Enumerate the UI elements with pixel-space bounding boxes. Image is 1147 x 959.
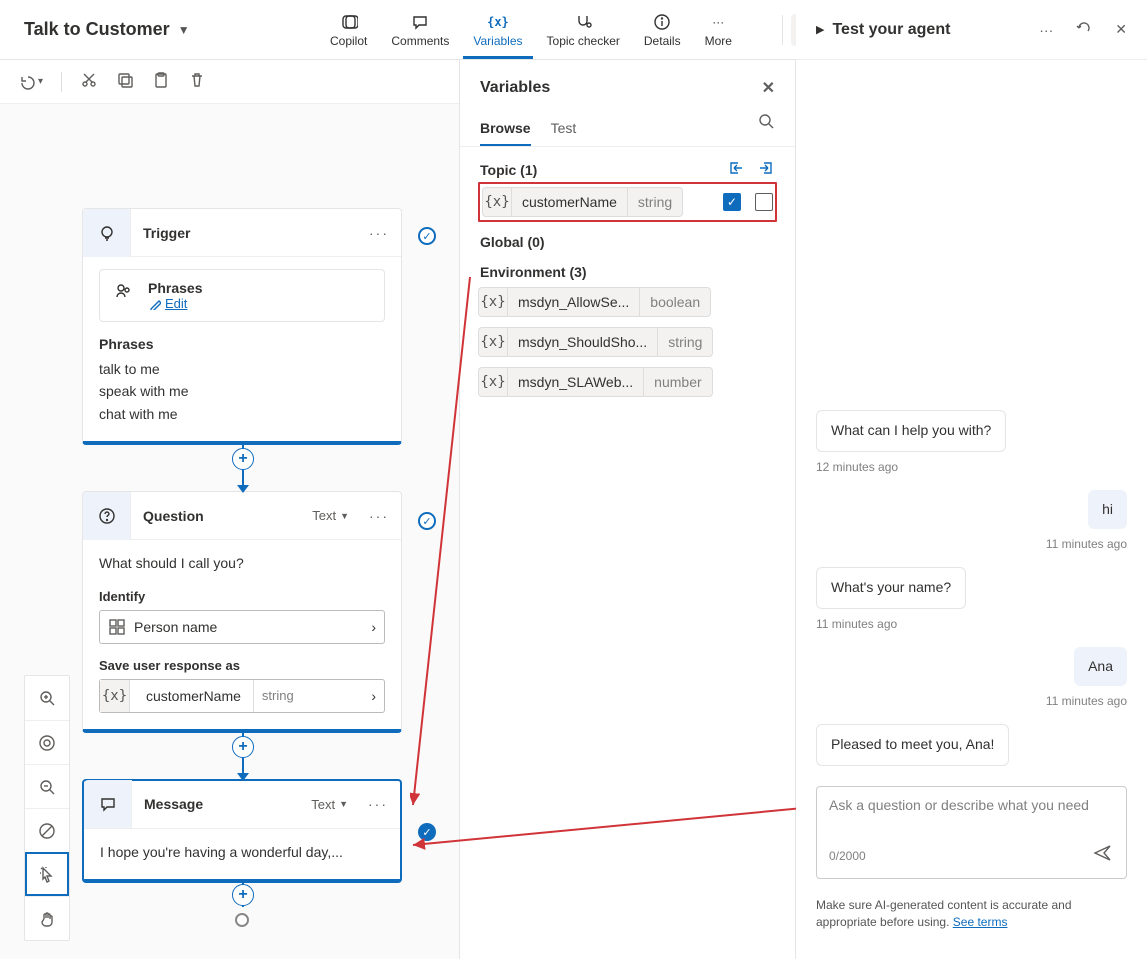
variable-icon: {x} — [100, 680, 130, 712]
trigger-phrase: speak with me — [99, 380, 385, 402]
node-trigger[interactable]: Trigger ··· Phrases Edit Phrases talk to… — [82, 208, 402, 445]
copilot-icon — [340, 13, 358, 31]
variable-icon: {x} — [482, 187, 512, 217]
canvas-toolstrip — [24, 675, 70, 941]
message-icon — [84, 780, 132, 828]
variable-row[interactable]: {x}msdyn_AllowSe...boolean — [478, 282, 777, 322]
add-node-button[interactable]: + — [232, 448, 254, 470]
trigger-phrase: talk to me — [99, 358, 385, 380]
pointer-button[interactable] — [25, 852, 69, 896]
bot-message: What can I help you with? — [816, 410, 1006, 452]
identify-select[interactable]: Person name › — [99, 610, 385, 644]
user-message: hi — [1088, 490, 1127, 530]
close-icon[interactable]: ✕ — [762, 78, 775, 98]
end-node-icon — [235, 913, 249, 927]
tab-browse[interactable]: Browse — [480, 112, 531, 146]
people-icon — [114, 280, 138, 311]
hand-button[interactable] — [25, 896, 69, 940]
title-text: Talk to Customer — [24, 19, 170, 40]
chevron-down-icon: ▼ — [178, 23, 190, 37]
variables-icon: {x} — [489, 13, 507, 31]
node-message[interactable]: Message Text▼ ··· I hope you're having a… — [82, 779, 402, 883]
phrases-card[interactable]: Phrases Edit — [99, 269, 385, 322]
check-solid-icon: ✓ — [418, 823, 436, 841]
undo-button[interactable]: ▾ — [18, 73, 43, 91]
grid-icon — [108, 618, 126, 636]
fit-button[interactable] — [25, 720, 69, 764]
page-title[interactable]: Talk to Customer ▼ — [0, 19, 320, 40]
trigger-phrase: chat with me — [99, 403, 385, 425]
checkbox-output[interactable] — [755, 193, 773, 211]
search-icon[interactable] — [757, 112, 775, 146]
check-outline-icon: ✓ — [418, 512, 436, 530]
add-node-button[interactable]: + — [232, 884, 254, 906]
type-select[interactable]: Text▼ — [312, 508, 357, 523]
chevron-right-icon[interactable]: ▶ — [816, 23, 824, 36]
refresh-icon[interactable] — [1075, 19, 1093, 40]
chat-log: What can I help you with? 12 minutes ago… — [796, 60, 1147, 774]
panel-title: Variables — [480, 79, 550, 97]
check-outline-icon: ✓ — [418, 227, 436, 245]
tab-test[interactable]: Test — [551, 112, 577, 146]
zoom-in-button[interactable] — [25, 676, 69, 720]
checkbox-input[interactable]: ✓ — [723, 193, 741, 211]
edit-link[interactable]: Edit — [148, 296, 202, 311]
stethoscope-icon — [574, 13, 592, 31]
chevron-right-icon: › — [363, 688, 384, 704]
tab-comments[interactable]: Comments — [381, 7, 459, 59]
type-select[interactable]: Text▼ — [311, 797, 356, 812]
chevron-right-icon: › — [371, 619, 376, 635]
info-icon — [653, 13, 671, 31]
lightbulb-icon — [83, 209, 131, 257]
copy-icon[interactable] — [116, 71, 134, 92]
group-topic: Topic (1) — [460, 147, 795, 182]
tab-copilot[interactable]: Copilot — [320, 7, 377, 59]
node-question[interactable]: Question Text▼ ··· What should I call yo… — [82, 491, 402, 732]
terms-link[interactable]: See terms — [953, 915, 1008, 929]
question-icon — [83, 492, 131, 540]
zoom-out-button[interactable] — [25, 764, 69, 808]
variables-panel: Variables ✕ Browse Test Topic (1) {x} cu… — [460, 60, 796, 959]
import-icon[interactable] — [727, 159, 745, 180]
add-node-button[interactable]: + — [232, 736, 254, 758]
node-more-icon[interactable]: ··· — [357, 225, 401, 241]
paste-icon[interactable] — [152, 71, 170, 92]
variable-row[interactable]: {x}msdyn_SLAWeb...number — [478, 362, 777, 402]
comment-icon — [411, 13, 429, 31]
cut-icon[interactable] — [80, 71, 98, 92]
more-icon[interactable]: ··· — [1039, 22, 1053, 38]
send-icon[interactable] — [1092, 843, 1114, 868]
save-as-select[interactable]: {x} customerName string › — [99, 679, 385, 713]
variable-row[interactable]: {x}msdyn_ShouldSho...string — [478, 322, 777, 362]
export-icon[interactable] — [757, 159, 775, 180]
disclaimer: Make sure AI-generated content is accura… — [796, 891, 1147, 959]
bot-message: What's your name? — [816, 567, 966, 609]
question-prompt: What should I call you? — [99, 552, 385, 574]
tab-topic-checker[interactable]: Topic checker — [537, 7, 630, 59]
close-icon[interactable]: ✕ — [1115, 21, 1127, 38]
node-more-icon[interactable]: ··· — [357, 508, 401, 524]
reset-button[interactable] — [25, 808, 69, 852]
variable-row-customername[interactable]: {x} customerName string ✓ — [478, 182, 777, 222]
more-icon: ··· — [709, 13, 727, 31]
char-counter: 0/2000 — [829, 849, 866, 863]
group-environment: Environment (3) — [460, 252, 795, 282]
message-body: I hope you're having a wonderful day,... — [100, 841, 384, 863]
tab-variables[interactable]: {x} Variables — [463, 7, 532, 59]
tab-details[interactable]: Details — [634, 7, 691, 59]
bot-message: Pleased to meet you, Ana! — [816, 724, 1009, 766]
node-more-icon[interactable]: ··· — [356, 796, 400, 812]
group-global: Global (0) — [460, 222, 795, 252]
chat-input[interactable]: Ask a question or describe what you need… — [816, 786, 1127, 879]
test-title: Test your agent — [832, 21, 1017, 39]
user-message: Ana — [1074, 647, 1127, 687]
tab-more[interactable]: ··· More — [695, 7, 742, 59]
delete-icon[interactable] — [188, 71, 206, 92]
